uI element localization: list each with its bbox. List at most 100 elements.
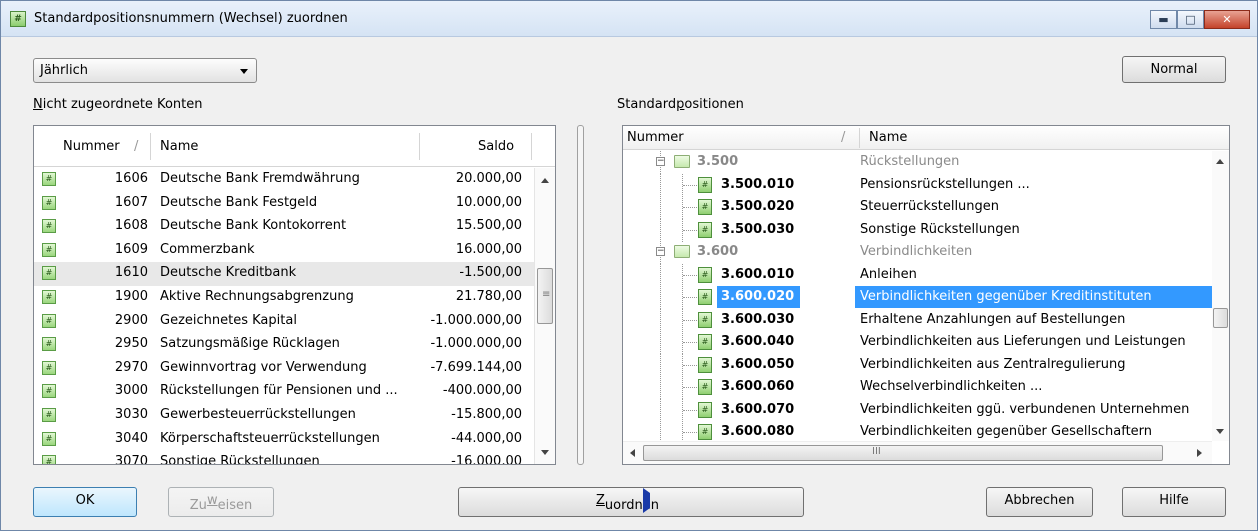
scrollbar-thumb[interactable]: III [643,445,1163,461]
account-saldo: -400.000,00 [442,383,522,399]
account-icon: # [42,455,56,464]
tree-row[interactable]: #3.600.020 Verbindlichkeiten gegenüber Kr… [623,286,1212,309]
normal-button[interactable]: Normal [1122,56,1226,83]
collapse-icon[interactable]: − [656,247,665,256]
standard-positions-tree[interactable]: Nummer / Name − 3.500 Rückstellungen #3.500… [622,125,1230,465]
period-dropdown-value: Jährlich [40,63,88,78]
account-number: 3040 [114,430,148,446]
column-header-name[interactable]: Name [160,139,198,154]
account-icon: # [42,360,56,375]
column-header-saldo[interactable]: Saldo [478,139,514,154]
accounts-grid[interactable]: Nummer / Name Saldo #1606 Deutsche Bank F… [33,125,556,465]
scrollbar-thumb[interactable]: ≡ [537,268,553,324]
positions-vertical-scrollbar[interactable] [1212,151,1229,441]
panel-splitter[interactable] [577,125,584,465]
column-divider[interactable] [150,133,151,160]
unassigned-accounts-label-accesskey: N [33,97,43,112]
tree-line [660,353,661,377]
ok-button[interactable]: OK [33,487,137,517]
position-name: Verbindlichkeiten [860,244,973,259]
account-number: 1606 [114,171,148,186]
sort-indicator-icon: / [841,130,846,145]
position-name: Verbindlichkeiten aus Zentralregulierung [860,356,1126,372]
scroll-down-icon[interactable] [541,450,549,455]
table-row[interactable]: #1610 Deutsche Kreditbank -1.500,00 [34,262,534,286]
tree-row[interactable]: #3.500.020 Steuerrückstellungen [623,196,1212,219]
accounts-vertical-scrollbar[interactable]: ≡ [534,168,555,464]
account-name: Sonstige Rückstellungen [160,454,320,465]
scroll-right-icon[interactable] [1197,449,1202,457]
table-row[interactable]: #3070 Sonstige Rückstellungen -16.000,00 [34,451,534,465]
table-row[interactable]: #2970 Gewinnvortrag vor Verwendung -7.699.… [34,357,534,381]
collapse-icon[interactable]: − [656,157,665,166]
table-row[interactable]: #1900 Aktive Rechnungsabgrenzung 21.780,00 [34,286,534,310]
column-header-name[interactable]: Name [869,130,907,145]
scroll-left-icon[interactable] [630,449,635,457]
account-saldo: -7.699.144,00 [430,359,522,375]
tree-row[interactable]: #3.600.030 Erhaltene Anzahlungen auf Best… [623,308,1212,332]
tree-group-row[interactable]: − 3.500 Rückstellungen [623,151,1212,174]
tree-row[interactable]: #3.600.070 Verbindlichkeiten ggü. verbund… [623,398,1212,422]
column-divider[interactable] [531,133,532,160]
tree-row[interactable]: #3.600.080 Verbindlichkeiten gegenüber Ge… [623,421,1212,441]
position-icon: # [698,266,712,283]
column-header-nummer[interactable]: Nummer [63,139,120,154]
scrollbar-thumb[interactable] [1213,308,1228,328]
period-dropdown[interactable]: Jährlich [33,58,257,83]
table-row[interactable]: #1606 Deutsche Bank Fremdwährung 20.000,00 [34,168,534,192]
tree-group-row[interactable]: − 3.600 Verbindlichkeiten [623,241,1212,264]
minimize-button[interactable]: ▬ [1150,10,1177,29]
map-button[interactable]: Zuordnen [458,487,804,517]
position-number: 3.500 [697,154,739,169]
tree-line [660,173,661,197]
help-button[interactable]: Hilfe [1122,487,1226,517]
table-row[interactable]: #2950 Satzungsmäßige Rücklagen -1.000.000,… [34,333,534,357]
tree-row[interactable]: #3.600.010 Anleihen [623,263,1212,287]
position-icon: # [698,199,712,215]
tree-row[interactable]: #3.500.030 Sonstige Rückstellungen [623,218,1212,242]
assign-button[interactable]: Zuweisen [168,487,274,517]
table-row[interactable]: #3000 Rückstellungen für Pensionen und ..… [34,380,534,404]
tree-row[interactable]: #3.600.040 Verbindlichkeiten aus Lieferun… [623,331,1212,354]
cancel-button[interactable]: Abbrechen [986,487,1093,517]
unassigned-accounts-label-text: icht zugeordnete Konten [42,97,203,112]
table-row[interactable]: #3040 Körperschaftsteuerrückstellungen -44… [34,428,534,452]
play-arrow-icon [642,488,650,513]
column-divider[interactable] [419,133,420,160]
positions-horizontal-scrollbar[interactable]: III [623,441,1212,464]
assign-button-label: Zuweisen [190,493,252,513]
tree-line [660,196,661,219]
column-header-nummer[interactable]: Nummer [627,130,684,145]
column-divider[interactable] [859,128,860,148]
account-name: Satzungsmäßige Rücklagen [160,336,340,352]
tree-line [660,286,661,309]
scroll-up-icon[interactable] [541,178,549,183]
position-name: Steuerrückstellungen [860,199,1000,214]
table-row[interactable]: #1607 Deutsche Bank Festgeld 10.000,00 [34,192,534,216]
account-icon: # [42,337,56,352]
folder-icon [674,245,690,258]
scroll-down-icon[interactable] [1216,429,1224,434]
tree-row[interactable]: #3.600.050 Verbindlichkeiten aus Zentralr… [623,353,1212,377]
table-row[interactable]: #2900 Gezeichnetes Kapital -1.000.000,00 [34,310,534,334]
account-saldo: -44.000,00 [451,430,522,446]
positions-grid-header: Nummer / Name [623,126,1229,150]
account-number: 3030 [114,406,148,422]
table-row[interactable]: #1608 Deutsche Bank Kontokorrent 15.500,00 [34,215,534,239]
sort-indicator-icon: / [134,139,139,154]
standard-positions-label-post: ositionen [684,97,744,112]
position-number: 3.600.040 [721,334,795,349]
account-name: Gezeichnetes Kapital [160,312,297,328]
tree-line [683,207,697,208]
tree-row[interactable]: #3.500.010 Pensionsrückstellungen ... [623,173,1212,197]
table-row[interactable]: #3030 Gewerbesteuerrückstellungen -15.800,… [34,404,534,428]
tree-row[interactable]: #3.600.060 Wechselverbindlichkeiten ... [623,376,1212,399]
accounts-grid-header: Nummer / Name Saldo [34,126,555,167]
table-row[interactable]: #1609 Commerzbank 16.000,00 [34,239,534,263]
account-name: Deutsche Kreditbank [160,265,297,281]
maximize-button[interactable]: □ [1177,10,1204,29]
minimize-icon: ▬ [1158,13,1169,26]
position-number: 3.600.060 [721,379,795,394]
close-button[interactable]: ✕ [1204,10,1250,29]
scroll-up-icon[interactable] [1216,159,1224,164]
